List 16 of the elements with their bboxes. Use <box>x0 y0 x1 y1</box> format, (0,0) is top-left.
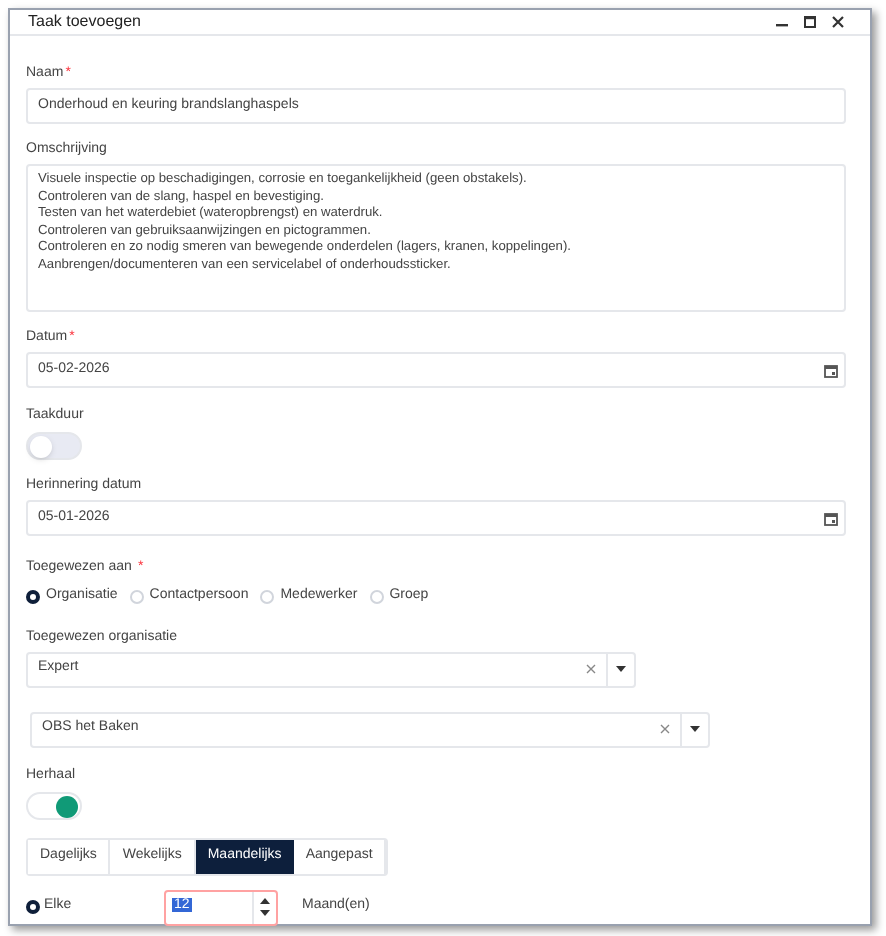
radio-button[interactable] <box>26 589 40 604</box>
caret-icon[interactable] <box>616 666 626 672</box>
repeat-toggle[interactable] <box>26 791 82 819</box>
clear-icon[interactable] <box>660 724 670 734</box>
clear-icon[interactable] <box>586 664 596 674</box>
window-title: Taak toevoegen <box>28 10 143 34</box>
increment-icon[interactable] <box>260 898 270 904</box>
maximize-icon[interactable] <box>804 16 816 28</box>
description-textarea[interactable] <box>26 164 846 312</box>
calendar-icon[interactable] <box>824 511 838 525</box>
decrement-icon[interactable] <box>260 910 270 916</box>
radio-button[interactable] <box>26 900 40 914</box>
duration-toggle[interactable] <box>26 432 82 460</box>
caret-icon[interactable] <box>690 726 700 732</box>
close-icon[interactable] <box>832 16 844 28</box>
calendar-icon[interactable] <box>824 363 838 377</box>
